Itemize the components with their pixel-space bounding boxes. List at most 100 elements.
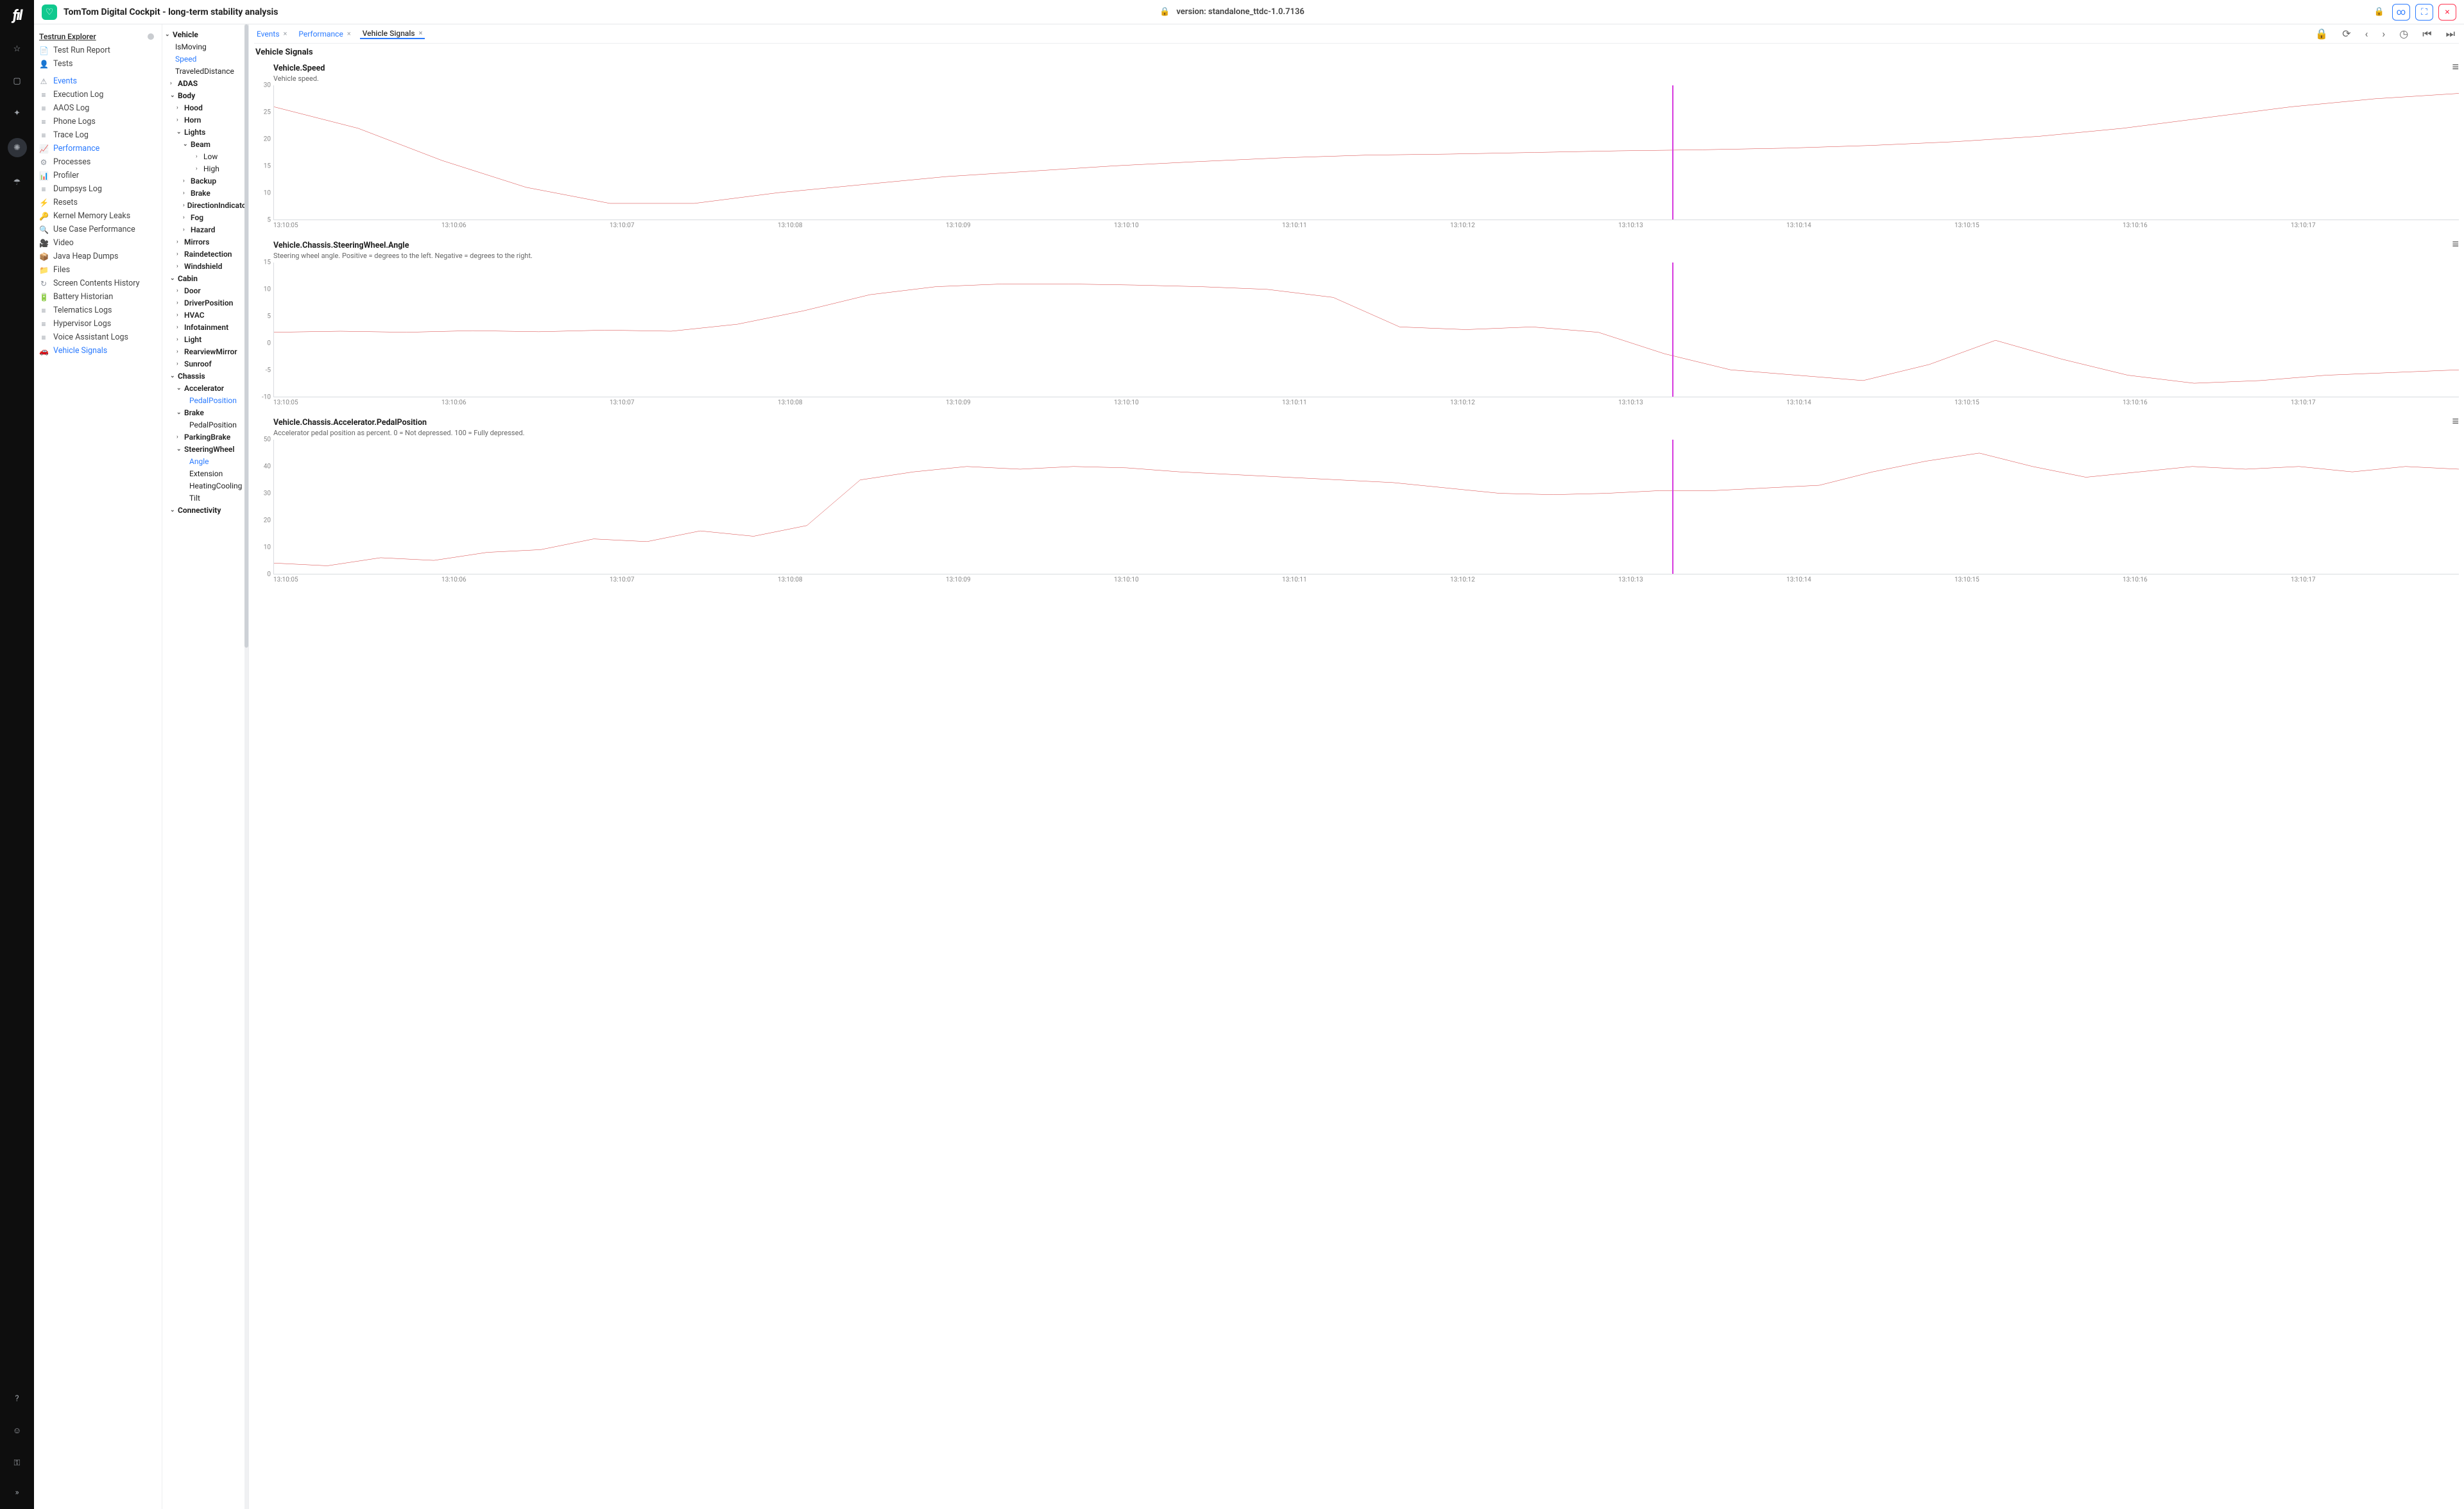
signal-node-accelerator[interactable]: ⌄Accelerator (165, 382, 242, 394)
signal-node-rearviewmirror[interactable]: ›RearviewMirror (165, 345, 242, 358)
toolbar-refresh-icon[interactable]: ⟳ (2342, 28, 2350, 40)
umbrella-icon[interactable]: ☂ (10, 175, 24, 189)
bug-icon[interactable]: ✺ (8, 138, 27, 157)
toolbar-next-icon[interactable]: › (2382, 28, 2385, 40)
chart-canvas[interactable] (273, 440, 2459, 574)
sidebar-item-events[interactable]: ⚠Events (38, 74, 155, 88)
signal-node-body[interactable]: ⌄Body (165, 89, 242, 101)
signal-node-pedalposition[interactable]: PedalPosition (165, 394, 242, 406)
signal-node-hazard[interactable]: ›Hazard (165, 223, 242, 236)
sidebar-item-test-run-report[interactable]: 📄Test Run Report (38, 44, 155, 57)
tab-performance[interactable]: Performance× (296, 29, 353, 39)
signal-node-driverposition[interactable]: ›DriverPosition (165, 297, 242, 309)
time-marker[interactable] (1672, 263, 1673, 397)
sidebar-item-vehicle-signals[interactable]: 🚗Vehicle Signals (38, 344, 155, 358)
sidebar-item-video[interactable]: 🎥Video (38, 236, 155, 250)
sidebar-item-dumpsys-log[interactable]: ≡Dumpsys Log (38, 182, 155, 196)
smile-icon[interactable]: ☺ (10, 1424, 24, 1438)
sidebar-item-aaos-log[interactable]: ≡AAOS Log (38, 101, 155, 115)
signal-node-vehicle[interactable]: ⌄Vehicle (165, 28, 242, 40)
chart-menu-icon[interactable]: ≡ (2452, 64, 2459, 71)
sidebar-item-screen-contents-history[interactable]: ↻Screen Contents History (38, 277, 155, 290)
close-icon[interactable]: × (347, 30, 351, 38)
signal-node-directionindicator[interactable]: ›DirectionIndicator (165, 199, 242, 211)
box-icon[interactable]: ▢ (10, 74, 24, 88)
signal-scrollbar[interactable] (244, 24, 248, 1509)
toolbar-clock-icon[interactable]: ◷ (2399, 28, 2408, 40)
signal-node-low[interactable]: ›Low (165, 150, 242, 162)
expand-rail-icon[interactable]: » (15, 1488, 19, 1497)
close-icon[interactable]: × (419, 29, 423, 37)
signal-node-lights[interactable]: ⌄Lights (165, 126, 242, 138)
sidebar-item-hypervisor-logs[interactable]: ≡Hypervisor Logs (38, 317, 155, 331)
signal-node-hvac[interactable]: ›HVAC (165, 309, 242, 321)
signal-node-beam[interactable]: ⌄Beam (165, 138, 242, 150)
close-button[interactable]: × (2438, 4, 2456, 21)
signal-node-adas[interactable]: ›ADAS (165, 77, 242, 89)
sidebar-item-voice-assistant-logs[interactable]: ≡Voice Assistant Logs (38, 331, 155, 344)
sidebar-title[interactable]: Testrun Explorer (38, 30, 155, 44)
signal-node-chassis[interactable]: ⌄Chassis (165, 370, 242, 382)
signal-node-speed[interactable]: Speed (165, 53, 242, 65)
lock2-icon[interactable]: 🔒 (2374, 7, 2384, 17)
signal-node-ismoving[interactable]: IsMoving (165, 40, 242, 53)
sidebar-item-trace-log[interactable]: ≡Trace Log (38, 128, 155, 142)
time-marker[interactable] (1672, 85, 1673, 220)
sidebar-item-resets[interactable]: ⚡Resets (38, 196, 155, 209)
sidebar-item-phone-logs[interactable]: ≡Phone Logs (38, 115, 155, 128)
close-icon[interactable]: × (284, 30, 287, 38)
signal-node-cabin[interactable]: ⌄Cabin (165, 272, 242, 284)
signal-node-infotainment[interactable]: ›Infotainment (165, 321, 242, 333)
signal-node-high[interactable]: ›High (165, 162, 242, 175)
signal-node-angle[interactable]: Angle (165, 455, 242, 467)
signal-node-sunroof[interactable]: ›Sunroof (165, 358, 242, 370)
signal-node-door[interactable]: ›Door (165, 284, 242, 297)
signal-node-parkingbrake[interactable]: ›ParkingBrake (165, 431, 242, 443)
sidebar-item-execution-log[interactable]: ≡Execution Log (38, 88, 155, 101)
signal-node-brake[interactable]: ›Brake (165, 187, 242, 199)
signal-node-horn[interactable]: ›Horn (165, 114, 242, 126)
toolbar-last-icon[interactable]: ⏭ (2446, 28, 2455, 40)
signal-node-hood[interactable]: ›Hood (165, 101, 242, 114)
sidebar-item-performance[interactable]: 📈Performance (38, 142, 155, 155)
tab-events[interactable]: Events× (254, 29, 289, 39)
chart-menu-icon[interactable]: ≡ (2452, 241, 2459, 248)
signal-node-traveleddistance[interactable]: TraveledDistance (165, 65, 242, 77)
signal-node-steeringwheel[interactable]: ⌄SteeringWheel (165, 443, 242, 455)
sidebar-item-use-case-performance[interactable]: 🔍Use Case Performance (38, 223, 155, 236)
signal-node-heatingcooling[interactable]: HeatingCooling (165, 479, 242, 492)
chart-canvas[interactable] (273, 85, 2459, 220)
signal-node-pedalposition[interactable]: PedalPosition (165, 418, 242, 431)
signal-node-mirrors[interactable]: ›Mirrors (165, 236, 242, 248)
sidebar-item-kernel-memory-leaks[interactable]: 🔑Kernel Memory Leaks (38, 209, 155, 223)
signal-node-connectivity[interactable]: ⌄Connectivity (165, 504, 242, 516)
rocket-icon[interactable]: ✦ (10, 106, 24, 120)
link-button[interactable]: ∞ (2392, 4, 2410, 21)
signal-node-extension[interactable]: Extension (165, 467, 242, 479)
sidebar-item-battery-historian[interactable]: 🔋Battery Historian (38, 290, 155, 304)
time-marker[interactable] (1672, 440, 1673, 574)
signal-node-light[interactable]: ›Light (165, 333, 242, 345)
sidebar-item-telematics-logs[interactable]: ≡Telematics Logs (38, 304, 155, 317)
help-icon[interactable]: ? (10, 1392, 24, 1406)
fullscreen-button[interactable]: ⛶ (2415, 4, 2433, 21)
sidebar-item-profiler[interactable]: 📊Profiler (38, 169, 155, 182)
sidebar-item-files[interactable]: 📁Files (38, 263, 155, 277)
signal-node-tilt[interactable]: Tilt (165, 492, 242, 504)
signal-node-fog[interactable]: ›Fog (165, 211, 242, 223)
signal-node-backup[interactable]: ›Backup (165, 175, 242, 187)
key-icon[interactable]: ⚿ (10, 1456, 24, 1470)
toolbar-lock-icon[interactable]: 🔒 (2315, 28, 2328, 40)
tab-vehicle-signals[interactable]: Vehicle Signals× (360, 29, 425, 39)
signal-node-raindetection[interactable]: ›Raindetection (165, 248, 242, 260)
signal-node-brake[interactable]: ⌄Brake (165, 406, 242, 418)
chart-menu-icon[interactable]: ≡ (2452, 418, 2459, 426)
signal-node-windshield[interactable]: ›Windshield (165, 260, 242, 272)
star-icon[interactable]: ☆ (10, 42, 24, 56)
toolbar-prev-icon[interactable]: ‹ (2365, 28, 2368, 40)
sidebar-item-java-heap-dumps[interactable]: 📦Java Heap Dumps (38, 250, 155, 263)
toolbar-first-icon[interactable]: ⏮ (2422, 28, 2431, 40)
chart-canvas[interactable] (273, 263, 2459, 397)
sidebar-item-tests[interactable]: 👤Tests (38, 57, 155, 71)
sidebar-item-processes[interactable]: ⚙Processes (38, 155, 155, 169)
